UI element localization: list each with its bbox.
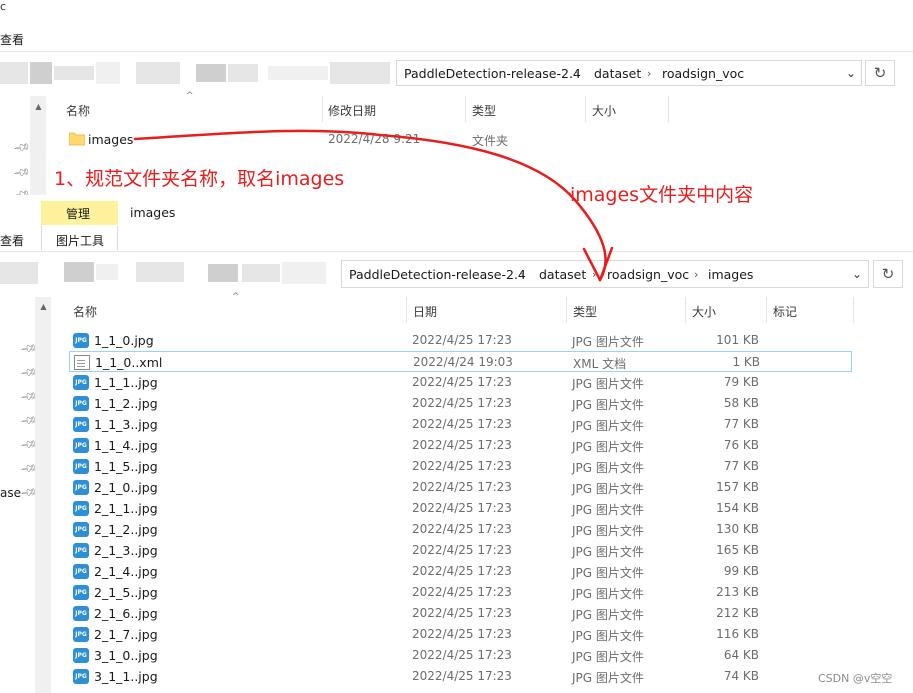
annotation-rename-folder: 1、规范文件夹名称，取名images [54, 168, 345, 190]
annotation-arrow [133, 129, 614, 282]
watermark: CSDN @v空空 [818, 672, 893, 685]
annotation-folder-contents: images文件夹中内容 [570, 184, 754, 206]
